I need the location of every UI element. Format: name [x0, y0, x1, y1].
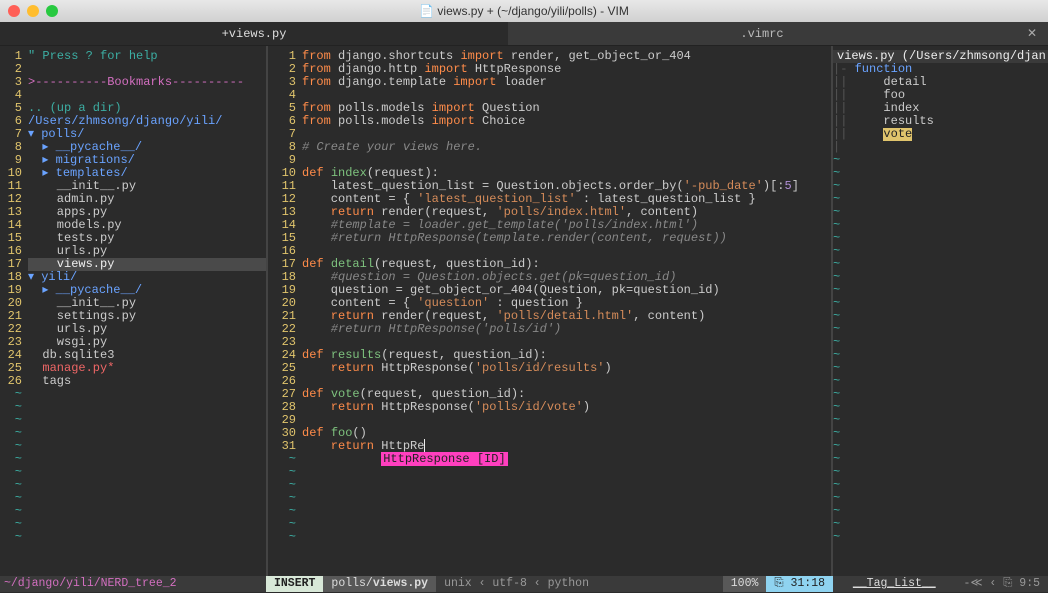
code-line[interactable]: 3from django.template import loader	[268, 76, 831, 89]
vim-tabline: +views.py .vimrc ✕	[0, 22, 1048, 46]
editor-pane[interactable]: 1from django.shortcuts import render, ge…	[266, 46, 833, 580]
code-line[interactable]: 15 #return HttpResponse(template.render(…	[268, 232, 831, 245]
tab-close-icon[interactable]: ✕	[1016, 22, 1048, 45]
position-value: 31:18	[790, 577, 825, 590]
status-mode: INSERT	[266, 576, 323, 592]
position-icon: ⎘	[774, 577, 783, 590]
tree-row[interactable]: 1" Press ? for help	[0, 50, 266, 63]
code-line[interactable]: 28 return HttpResponse('polls/id/vote')	[268, 401, 831, 414]
status-file: polls/views.py	[323, 576, 436, 592]
code-line[interactable]: 8# Create your views here.	[268, 141, 831, 154]
status-taglist-right: -≪ ‹ ⎘ 9:5	[956, 576, 1048, 592]
statusline: ~/django/yili/NERD_tree_2 INSERT polls/v…	[0, 576, 1048, 592]
code-lines: 1from django.shortcuts import render, ge…	[268, 46, 831, 544]
code-line[interactable]: 22 #return HttpResponse('polls/id')	[268, 323, 831, 336]
completion-popup[interactable]: ~ HttpResponse [ID]	[268, 453, 831, 466]
taglist-lines: views.py (/Users/zhmsong/djan|- function…	[833, 46, 1048, 544]
tab-views-py[interactable]: +views.py	[0, 22, 508, 45]
tree-row[interactable]: 26 tags	[0, 375, 266, 388]
taglist-item-current[interactable]: || vote	[833, 128, 1048, 141]
status-encoding: unix ‹ utf-8 ‹ python	[436, 576, 723, 592]
window-title: 📄 views.py + (~/django/yili/polls) - VIM	[0, 4, 1048, 18]
status-percent: 100%	[723, 576, 767, 592]
status-nerdtree: ~/django/yili/NERD_tree_2	[0, 576, 266, 592]
status-file-name: views.py	[373, 577, 428, 590]
code-line[interactable]: 6from polls.models import Choice	[268, 115, 831, 128]
nerdtree-lines: 1" Press ? for help23>----------Bookmark…	[0, 46, 266, 544]
window-titlebar: 📄 views.py + (~/django/yili/polls) - VIM	[0, 0, 1048, 22]
taglist-pane[interactable]: views.py (/Users/zhmsong/djan|- function…	[833, 46, 1048, 580]
tree-row[interactable]: 3>----------Bookmarks----------	[0, 76, 266, 89]
code-line[interactable]: 25 return HttpResponse('polls/id/results…	[268, 362, 831, 375]
nerdtree-pane[interactable]: 1" Press ? for help23>----------Bookmark…	[0, 46, 266, 580]
tab-vimrc[interactable]: .vimrc	[508, 22, 1016, 45]
status-taglist: __Tag_List__	[833, 576, 956, 592]
status-file-pre: polls/	[331, 577, 372, 590]
status-position: ⎘ 31:18	[766, 576, 833, 592]
